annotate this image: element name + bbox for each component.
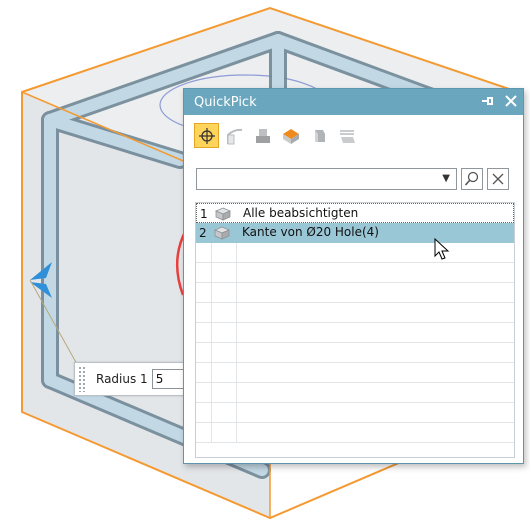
solid-icon xyxy=(213,226,231,243)
empty-row xyxy=(196,403,514,423)
empty-row xyxy=(196,263,514,283)
empty-row xyxy=(196,343,514,363)
mouse-cursor-icon xyxy=(434,238,450,260)
search-button[interactable] xyxy=(461,168,483,190)
filter-dropdown[interactable]: ▼ xyxy=(196,168,457,190)
filter-row: ▼ xyxy=(196,168,516,192)
clear-button[interactable] xyxy=(487,168,509,190)
empty-row xyxy=(196,303,514,323)
dropdown-arrow-icon: ▼ xyxy=(442,173,450,184)
pin-icon[interactable] xyxy=(481,95,495,110)
list-item-label: Kante von Ø20 Hole(4) xyxy=(242,225,379,239)
clear-icon xyxy=(492,173,504,185)
list-item-label: Alle beabsichtigten xyxy=(243,206,359,220)
search-icon xyxy=(464,171,479,186)
radius-label: Radius 1 xyxy=(96,372,148,386)
quickpick-dialog: QuickPick ▼ 1 Alle beabsichtigten 2 Kant… xyxy=(183,88,524,464)
face-icon[interactable] xyxy=(278,123,303,148)
body-icon[interactable] xyxy=(250,123,275,148)
curve-icon[interactable] xyxy=(222,123,247,148)
empty-row xyxy=(196,423,514,443)
selection-list: 1 Alle beabsichtigten 2 Kante von Ø20 Ho… xyxy=(195,202,515,458)
dialog-title: QuickPick xyxy=(194,94,257,110)
list-item[interactable]: 2 Kante von Ø20 Hole(4) xyxy=(196,223,514,243)
crosshair-icon[interactable] xyxy=(194,123,219,148)
empty-row xyxy=(196,243,514,263)
solid-icon xyxy=(214,207,232,224)
empty-row xyxy=(196,383,514,403)
drag-grip-icon[interactable] xyxy=(78,366,86,392)
empty-row xyxy=(196,283,514,303)
empty-row xyxy=(196,363,514,383)
feature-icon[interactable] xyxy=(306,123,331,148)
close-icon[interactable] xyxy=(505,94,517,110)
dialog-titlebar[interactable]: QuickPick xyxy=(184,89,523,115)
list-item[interactable]: 1 Alle beabsichtigten xyxy=(196,203,514,223)
pattern-icon[interactable] xyxy=(334,123,359,148)
empty-row xyxy=(196,323,514,343)
filter-toolbar xyxy=(194,123,523,157)
